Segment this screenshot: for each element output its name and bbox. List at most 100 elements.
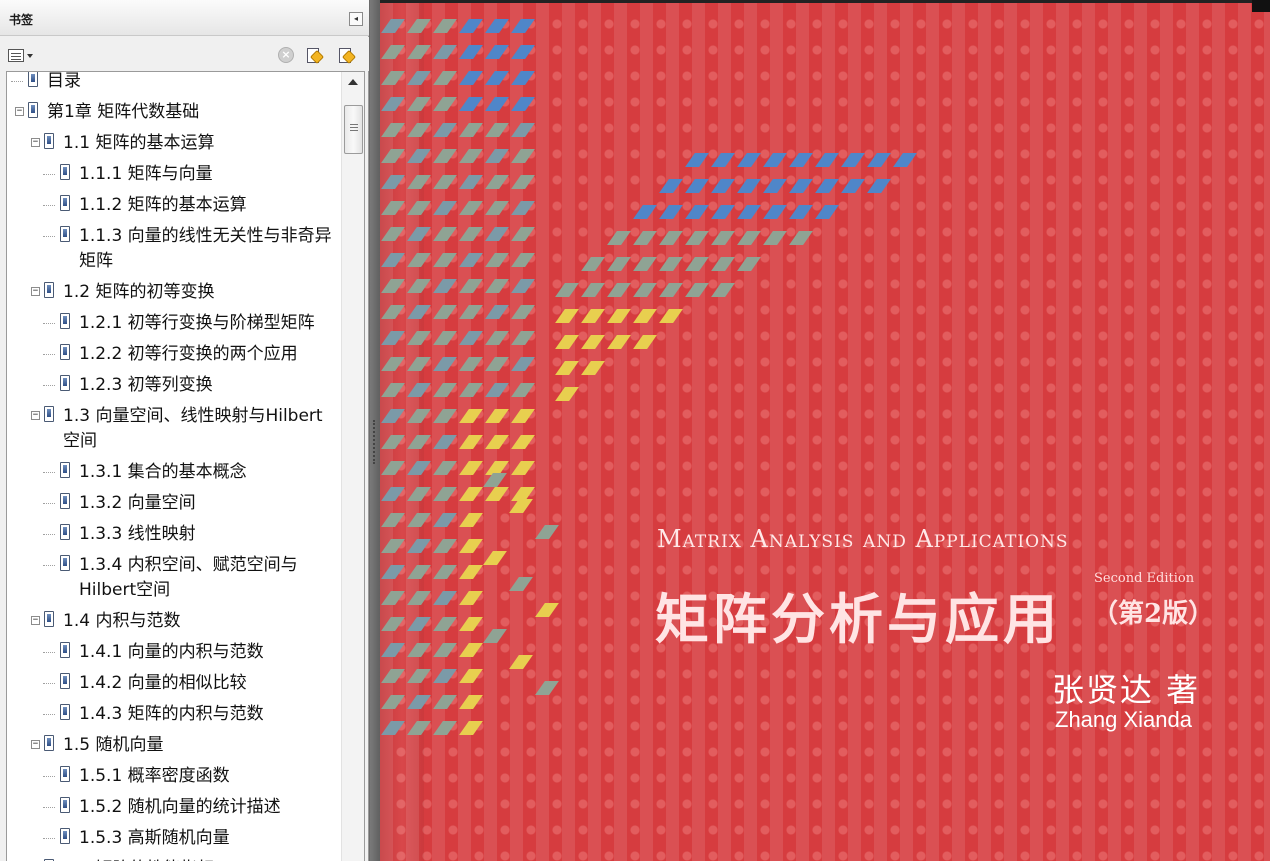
bookmark-label: 1.4.1 向量的内积与范数 [79, 642, 264, 662]
collapse-toggle-icon[interactable]: − [31, 287, 40, 296]
bookmark-item[interactable]: − 1.1 矩阵的基本运算 [7, 126, 341, 157]
bookmark-label: 1.4.2 向量的相似比较 [79, 673, 247, 693]
tree-connector [43, 714, 55, 715]
bookmark-icon [44, 735, 54, 751]
bookmark-icon [44, 133, 54, 149]
cover-author-en: Zhang Xianda [1055, 707, 1192, 732]
bookmark-icon [60, 226, 70, 242]
bookmark-item[interactable]: 1.5.1 概率密度函数 [7, 759, 341, 790]
tree-connector [43, 323, 55, 324]
bookmark-item[interactable]: − 1.5 随机向量 [7, 728, 341, 759]
collapse-toggle-icon[interactable]: − [31, 740, 40, 749]
options-list-icon [8, 49, 24, 62]
expand-bookmark-button[interactable] [338, 47, 357, 65]
collapse-toggle-icon[interactable]: − [31, 616, 40, 625]
bookmark-item[interactable]: 1.1.1 矩阵与向量 [7, 157, 341, 188]
bookmark-label: 1.3.2 向量空间 [79, 493, 196, 513]
bookmark-label: 1.2.1 初等行变换与阶梯型矩阵 [79, 313, 315, 333]
bookmark-icon [60, 164, 70, 180]
tree-connector [43, 174, 55, 175]
bookmark-label: 1.5.1 概率密度函数 [79, 766, 230, 786]
bookmark-icon [44, 282, 54, 298]
collapse-panel-button[interactable]: ◂ [349, 12, 363, 26]
bookmark-label: 1.4 内积与范数 [63, 611, 181, 631]
collapse-toggle-icon[interactable]: − [15, 107, 24, 116]
bookmark-item[interactable]: 1.4.3 矩阵的内积与范数 [7, 697, 341, 728]
bookmarks-toolbar: × [0, 37, 369, 71]
book-cover-page: Matrix Analysis and Applications Second … [380, 3, 1270, 861]
tree-connector [43, 683, 55, 684]
bookmark-item[interactable]: 1.2.3 初等列变换 [7, 368, 341, 399]
bookmark-item[interactable]: 目录 [7, 72, 341, 95]
bookmark-label: 1.3.4 内积空间、赋范空间与Hilbert空间 [79, 555, 298, 600]
bookmark-item[interactable]: 1.5.2 随机向量的统计描述 [7, 790, 341, 821]
bookmark-item[interactable]: − 1.3 向量空间、线性映射与Hilbert空间 [7, 399, 341, 455]
tree-connector [43, 385, 55, 386]
collapse-toggle-icon[interactable]: − [31, 411, 40, 420]
bookmark-label: 1.2 矩阵的初等变换 [63, 282, 215, 302]
bookmark-item[interactable]: − 1.4 内积与范数 [7, 604, 341, 635]
bookmark-item[interactable]: 1.2.2 初等行变换的两个应用 [7, 337, 341, 368]
bookmark-label: 1.2.2 初等行变换的两个应用 [79, 344, 298, 364]
bookmark-label: 目录 [47, 72, 81, 91]
tree-connector [43, 776, 55, 777]
bookmark-item[interactable]: 1.1.2 矩阵的基本运算 [7, 188, 341, 219]
scroll-up-arrow-icon[interactable] [348, 79, 358, 85]
tree-connector [43, 354, 55, 355]
bookmark-item[interactable]: −1.6 矩阵的性能指标 [7, 852, 341, 861]
bookmark-icon [60, 673, 70, 689]
bookmark-label: 1.1 矩阵的基本运算 [63, 133, 215, 153]
panel-header: 书签 ◂ [0, 0, 369, 36]
bookmark-item[interactable]: 1.4.2 向量的相似比较 [7, 666, 341, 697]
cover-author-cn: 张贤达 著 [1052, 671, 1201, 709]
bookmark-item[interactable]: 1.3.4 内积空间、赋范空间与Hilbert空间 [7, 548, 341, 604]
bookmark-icon [44, 406, 54, 422]
bookmark-label: 1.1.1 矩阵与向量 [79, 164, 213, 184]
bookmark-label: 1.5 随机向量 [63, 735, 164, 755]
bookmark-label: 1.2.3 初等列变换 [79, 375, 213, 395]
panel-splitter[interactable] [370, 0, 380, 861]
bookmark-label: 1.6 矩阵的性能指标 [63, 857, 337, 861]
tree-scrollbar[interactable] [341, 72, 364, 861]
bookmark-label: 1.1.3 向量的线性无关性与非奇异矩阵 [79, 226, 332, 271]
bookmark-icon [60, 704, 70, 720]
collapse-toggle-icon[interactable]: − [31, 138, 40, 147]
bookmark-item[interactable]: 1.3.3 线性映射 [7, 517, 341, 548]
bookmark-label: 第1章 矩阵代数基础 [47, 102, 200, 122]
cover-edition-cn: （第2版） [1092, 599, 1215, 629]
tree-connector [43, 534, 55, 535]
cover-title-cn: 矩阵分析与应用 [655, 587, 1061, 651]
bookmark-item[interactable]: 1.4.1 向量的内积与范数 [7, 635, 341, 666]
bookmark-item[interactable]: 1.5.3 高斯随机向量 [7, 821, 341, 852]
bookmark-item[interactable]: 1.2.1 初等行变换与阶梯型矩阵 [7, 306, 341, 337]
bookmark-icon [60, 642, 70, 658]
bookmark-options-button[interactable] [8, 47, 34, 65]
bookmark-icon [60, 828, 70, 844]
delete-bookmark-button[interactable]: × [278, 47, 294, 63]
tree-connector [43, 565, 55, 566]
bookmark-icon [28, 72, 38, 87]
bookmark-item[interactable]: 1.1.3 向量的线性无关性与非奇异矩阵 [7, 219, 341, 275]
cover-title-en: Matrix Analysis and Applications [657, 525, 1069, 553]
bookmark-icon [44, 611, 54, 627]
bookmark-label: 1.5.2 随机向量的统计描述 [79, 797, 281, 817]
bookmark-item[interactable]: − 1.2 矩阵的初等变换 [7, 275, 341, 306]
bookmark-label: 1.5.3 高斯随机向量 [79, 828, 230, 848]
bookmarks-panel: 书签 ◂ × 目录 − 第1章 矩阵代数基础 − 1.1 矩阵的基本运算 1.1.1 矩阵… [0, 0, 369, 861]
tree-connector [43, 503, 55, 504]
tree-connector [43, 807, 55, 808]
tree-connector [43, 236, 55, 237]
bookmark-icon [60, 313, 70, 329]
tree-connector [43, 205, 55, 206]
bookmark-item[interactable]: 1.3.2 向量空间 [7, 486, 341, 517]
bookmark-tree-list: 目录 − 第1章 矩阵代数基础 − 1.1 矩阵的基本运算 1.1.1 矩阵与向量 1.1.… [7, 72, 341, 861]
scrollbar-thumb[interactable] [344, 105, 363, 154]
dropdown-arrow-icon [27, 54, 33, 58]
bookmark-icon [60, 555, 70, 571]
bookmark-icon [60, 524, 70, 540]
bookmark-label: 1.3.1 集合的基本概念 [79, 462, 247, 482]
bookmark-item[interactable]: 1.3.1 集合的基本概念 [7, 455, 341, 486]
new-bookmark-button[interactable] [306, 47, 325, 65]
bookmark-item[interactable]: − 第1章 矩阵代数基础 [7, 95, 341, 126]
bookmark-icon [60, 462, 70, 478]
